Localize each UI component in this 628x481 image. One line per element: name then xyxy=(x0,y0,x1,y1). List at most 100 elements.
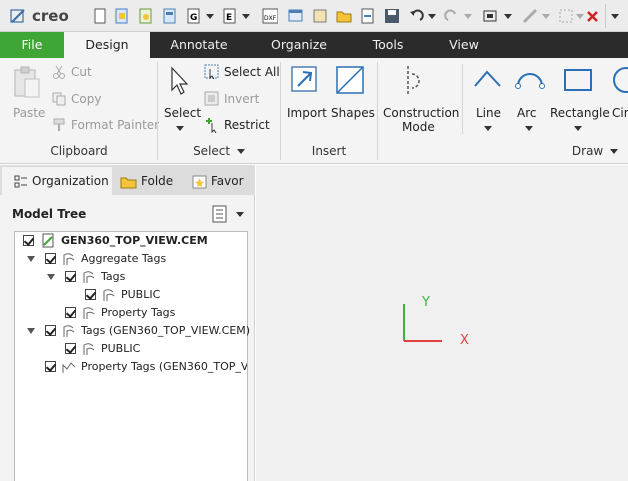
invert-button: Invert xyxy=(224,92,260,106)
checkbox[interactable] xyxy=(65,271,76,282)
arc-icon xyxy=(515,73,545,89)
tree-item-aggregate-tags[interactable]: Aggregate Tags xyxy=(15,250,247,268)
tree-item-tags-cem[interactable]: Tags (GEN360_TOP_VIEW.CEM) xyxy=(15,322,250,340)
model-tree-title: Model Tree xyxy=(12,207,87,221)
open-folder-icon[interactable] xyxy=(336,8,352,24)
restrict-button[interactable]: Restrict xyxy=(224,118,270,132)
open-file-icon[interactable] xyxy=(360,8,376,24)
save-icon[interactable] xyxy=(384,8,400,24)
regenerate-icon[interactable] xyxy=(482,8,498,24)
rectangle-button[interactable]: Rectangle xyxy=(548,62,610,138)
tab-view[interactable]: View xyxy=(440,32,488,58)
tree-item-tags[interactable]: Tags xyxy=(15,268,247,286)
customize-chevron-icon[interactable] xyxy=(611,14,619,19)
coordinate-axes-icon xyxy=(403,304,442,342)
list-settings-icon xyxy=(212,205,227,223)
tab-annotate[interactable]: Annotate xyxy=(160,32,238,58)
paste-icon xyxy=(14,66,40,98)
folder-icon xyxy=(120,177,137,188)
graphics-canvas[interactable]: Y X xyxy=(256,165,628,481)
circle-button[interactable]: Cir xyxy=(610,62,628,138)
tree-item-public[interactable]: PUBLIC xyxy=(15,286,247,304)
select-all-button[interactable]: Select All xyxy=(224,65,280,79)
chevron-down-icon xyxy=(542,14,550,19)
undo-icon[interactable] xyxy=(408,8,424,24)
checkbox[interactable] xyxy=(85,289,96,300)
tab-folder[interactable]: Folde xyxy=(116,167,182,195)
window-icon[interactable] xyxy=(288,8,304,24)
tab-favorites-label: Favor xyxy=(211,174,244,188)
chevron-down-icon[interactable] xyxy=(242,14,250,19)
chevron-down-icon[interactable] xyxy=(504,14,512,19)
group-divider xyxy=(377,62,378,160)
expand-arrow-icon[interactable] xyxy=(27,328,35,334)
tab-design[interactable]: Design xyxy=(64,32,150,58)
line-button[interactable]: Line xyxy=(468,62,506,138)
checkbox[interactable] xyxy=(65,307,76,318)
import-label: Import xyxy=(287,106,327,120)
tree-item-root[interactable]: GEN360_TOP_VIEW.CEM xyxy=(15,232,247,250)
new-drawing-icon[interactable] xyxy=(162,8,178,24)
new-assembly-icon[interactable] xyxy=(138,8,154,24)
expand-arrow-icon[interactable] xyxy=(27,256,35,262)
quick-access-toolbar: creo G E DXF xyxy=(0,0,628,32)
chevron-down-icon[interactable] xyxy=(206,14,214,19)
cross-icon[interactable] xyxy=(312,8,328,24)
shapes-label: Shapes xyxy=(331,106,375,120)
construction-mode-button[interactable]: Construction Mode xyxy=(380,62,459,138)
shapes-button[interactable]: Shapes xyxy=(329,62,375,128)
checkbox[interactable] xyxy=(45,253,56,264)
chevron-down-icon xyxy=(484,126,492,131)
select-button[interactable]: Select xyxy=(160,62,201,138)
new-part-icon[interactable] xyxy=(114,8,130,24)
select-group-label[interactable]: Select xyxy=(160,144,278,158)
import-button[interactable]: Import xyxy=(283,62,329,128)
checkbox[interactable] xyxy=(65,343,76,354)
tree-item-public-cem[interactable]: PUBLIC xyxy=(15,340,247,358)
checkbox[interactable] xyxy=(45,361,56,372)
y-axis-label: Y xyxy=(422,295,430,310)
tags-icon xyxy=(63,253,75,265)
tab-favorites[interactable]: Favor xyxy=(188,167,250,195)
checkbox[interactable] xyxy=(23,235,34,246)
tree-settings-button[interactable] xyxy=(208,203,248,225)
tree-item-label: PUBLIC xyxy=(101,342,141,355)
tab-file[interactable]: File xyxy=(0,32,64,58)
expand-arrow-icon[interactable] xyxy=(47,274,55,280)
model-file-icon xyxy=(42,233,54,248)
tree-item-label: Tags xyxy=(101,270,126,283)
dxf-icon[interactable]: DXF xyxy=(262,8,278,24)
select-all-icon xyxy=(204,64,219,80)
group-divider xyxy=(157,62,158,160)
close-icon[interactable] xyxy=(586,8,602,24)
tag-icon xyxy=(83,343,95,355)
export-e-icon[interactable]: E xyxy=(222,8,238,24)
tree-item-property-tags[interactable]: Property Tags xyxy=(15,304,247,322)
clipboard-group-label: Clipboard xyxy=(50,144,108,158)
chevron-down-icon[interactable] xyxy=(428,14,436,19)
organization-icon xyxy=(14,175,27,187)
tag-icon xyxy=(103,289,115,301)
draw-group-label[interactable]: Draw xyxy=(570,144,620,158)
circle-label: Cir xyxy=(612,106,628,120)
mode-label: Mode xyxy=(402,120,435,134)
creo-logo-icon xyxy=(10,9,25,23)
svg-text:DXF: DXF xyxy=(264,15,277,22)
group-divider xyxy=(280,62,281,160)
ribbon-tabs: File Design Annotate Organize Tools View xyxy=(0,32,628,58)
divider xyxy=(462,64,463,134)
copy-button: Copy xyxy=(71,92,102,106)
chevron-down-icon xyxy=(574,126,582,131)
invert-icon xyxy=(204,91,219,106)
checkbox[interactable] xyxy=(45,325,56,336)
tree-item-property-tags-cem[interactable]: Property Tags (GEN360_TOP_VIE xyxy=(15,358,247,376)
arc-button[interactable]: Arc xyxy=(510,62,548,138)
new-file-icon[interactable] xyxy=(92,8,108,24)
construction-mode-icon xyxy=(407,66,420,94)
tab-tools[interactable]: Tools xyxy=(360,32,416,58)
tab-organization[interactable]: Organization xyxy=(2,167,112,195)
ribbon: Paste Cut Copy Format Painter Clipboard … xyxy=(0,58,628,164)
gen-menu-icon[interactable]: G xyxy=(186,8,202,24)
tag-icon xyxy=(83,307,95,319)
tab-organize[interactable]: Organize xyxy=(260,32,338,58)
